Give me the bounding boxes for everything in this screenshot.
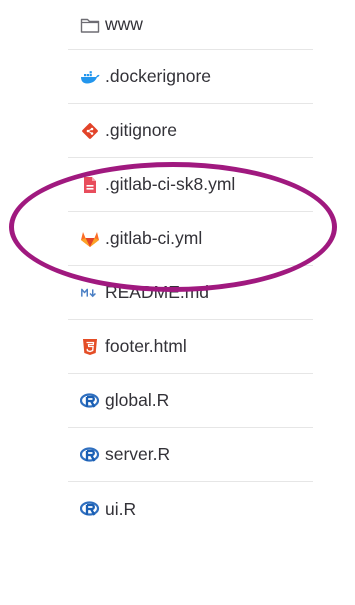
file-name: global.R xyxy=(105,390,170,410)
file-row-global-r[interactable]: global.R xyxy=(68,374,313,428)
file-name: .gitlab-ci.yml xyxy=(105,228,203,248)
file-row-gitlab-ci-sk8[interactable]: .gitlab-ci-sk8.yml xyxy=(68,158,313,212)
file-row-server-r[interactable]: server.R xyxy=(68,428,313,482)
docker-icon xyxy=(80,67,100,87)
file-name: README.md xyxy=(105,282,210,302)
file-error-icon xyxy=(80,175,100,195)
file-name: .dockerignore xyxy=(105,66,212,86)
gitlab-icon xyxy=(80,229,100,249)
file-row-gitlab-ci[interactable]: .gitlab-ci.yml xyxy=(68,212,313,266)
file-name: server.R xyxy=(105,444,171,464)
git-icon xyxy=(80,121,100,141)
file-name: .gitignore xyxy=(105,120,177,140)
file-name: footer.html xyxy=(105,336,187,356)
file-tree-panel: www .dockerignore .gitignore .gitlab-ci-… xyxy=(0,0,355,605)
file-row-dockerignore[interactable]: .dockerignore xyxy=(68,50,313,104)
file-name: ui.R xyxy=(105,498,137,519)
file-list: www .dockerignore .gitignore .gitlab-ci-… xyxy=(68,0,313,536)
file-name: www xyxy=(105,14,143,34)
html5-icon xyxy=(80,337,100,357)
markdown-icon xyxy=(80,283,100,303)
file-name: .gitlab-ci-sk8.yml xyxy=(105,174,236,194)
r-icon xyxy=(80,499,100,519)
file-row-gitignore[interactable]: .gitignore xyxy=(68,104,313,158)
file-row-www[interactable]: www xyxy=(68,0,313,50)
r-icon xyxy=(80,445,100,465)
file-row-readme[interactable]: README.md xyxy=(68,266,313,320)
file-row-ui-r[interactable]: ui.R xyxy=(68,482,313,536)
file-row-footer[interactable]: footer.html xyxy=(68,320,313,374)
r-icon xyxy=(80,391,100,411)
folder-icon xyxy=(80,15,100,35)
